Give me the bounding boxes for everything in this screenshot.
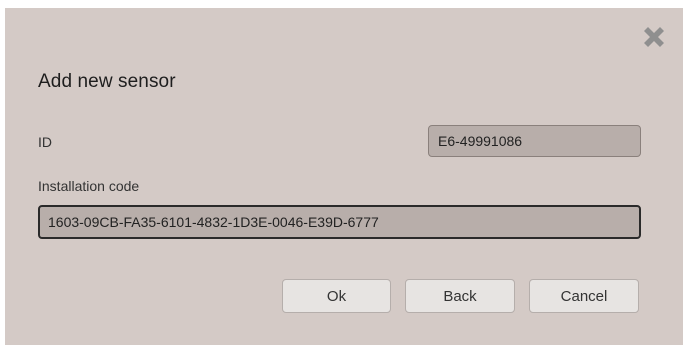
installation-code-label: Installation code bbox=[38, 178, 140, 194]
dialog-title: Add new sensor bbox=[38, 71, 176, 92]
cancel-button[interactable]: Cancel bbox=[529, 279, 639, 313]
installation-code-field[interactable] bbox=[38, 205, 641, 239]
add-sensor-dialog: Add new sensor ID Installation code Ok B… bbox=[5, 8, 683, 345]
id-field[interactable] bbox=[428, 125, 641, 157]
ok-button[interactable]: Ok bbox=[282, 279, 391, 313]
close-icon-graphic bbox=[644, 27, 664, 47]
back-button[interactable]: Back bbox=[405, 279, 515, 313]
close-icon[interactable] bbox=[639, 22, 669, 52]
id-label: ID bbox=[38, 134, 52, 150]
